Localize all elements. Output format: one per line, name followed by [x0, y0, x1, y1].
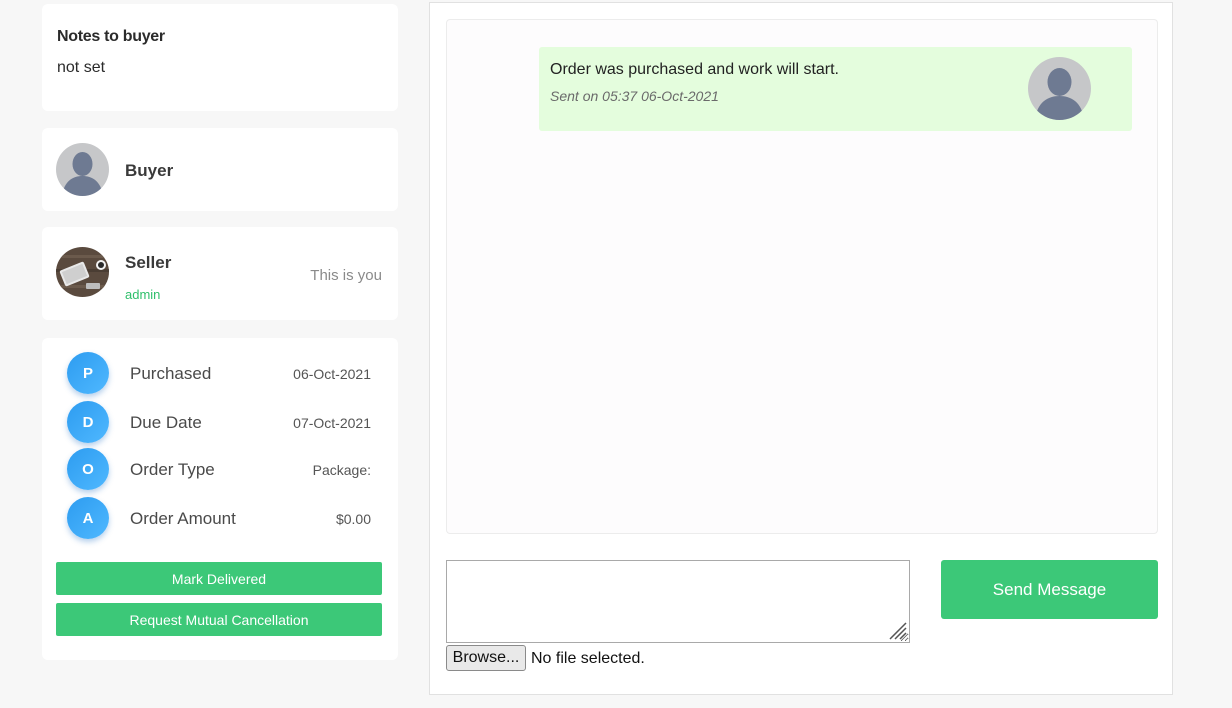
detail-row-due-date: D Due Date 07-Oct-2021	[42, 400, 398, 444]
seller-label: Seller	[125, 253, 172, 272]
seller-self-note: This is you	[310, 267, 382, 284]
messages-list[interactable]: Order was purchased and work will start.…	[446, 19, 1158, 534]
browse-file-button[interactable]: Browse...	[446, 645, 526, 671]
detail-label: Due Date	[130, 413, 202, 432]
mark-delivered-button[interactable]: Mark Delivered	[56, 562, 382, 595]
order-amount-badge: A	[67, 497, 109, 539]
detail-value: 06-Oct-2021	[293, 366, 371, 382]
message-bubble: Order was purchased and work will start.…	[539, 47, 1132, 131]
due-date-badge: D	[67, 401, 109, 443]
message-input[interactable]	[446, 560, 910, 643]
detail-label: Order Type	[130, 460, 215, 479]
detail-row-purchased: P Purchased 06-Oct-2021	[42, 351, 398, 395]
detail-value: $0.00	[335, 511, 371, 527]
seller-username-link[interactable]: admin	[125, 287, 160, 302]
seller-avatar	[56, 247, 109, 297]
detail-row-order-amount: A Order Amount $0.00	[42, 496, 398, 540]
notes-value: not set	[57, 59, 106, 76]
detail-row-order-type: O Order Type Package:	[42, 448, 398, 492]
chat-panel: Order was purchased and work will start.…	[429, 2, 1173, 695]
person-silhouette-icon	[1028, 57, 1091, 120]
person-silhouette-icon	[56, 143, 109, 196]
message-sender-avatar	[1028, 57, 1091, 120]
send-message-button[interactable]: Send Message	[941, 560, 1158, 619]
message-text: Order was purchased and work will start.	[550, 61, 839, 78]
detail-value: 07-Oct-2021	[293, 415, 371, 431]
buyer-card: Buyer	[42, 128, 398, 211]
order-type-badge: O	[67, 448, 109, 490]
detail-label: Order Amount	[130, 509, 236, 528]
desk-photo-avatar	[56, 247, 109, 297]
buyer-avatar	[56, 143, 109, 196]
detail-label: Purchased	[130, 364, 212, 383]
order-details-card: P Purchased 06-Oct-2021 D Due Date 07-Oc…	[42, 338, 398, 660]
notes-card: Notes to buyer not set	[42, 4, 398, 111]
seller-card: Seller admin This is you	[42, 227, 398, 320]
notes-title: Notes to buyer	[57, 28, 165, 45]
buyer-label: Buyer	[125, 161, 174, 180]
purchased-badge: P	[67, 352, 109, 394]
message-timestamp: Sent on 05:37 06-Oct-2021	[550, 88, 719, 104]
detail-value: Package:	[312, 462, 371, 478]
file-status-text: No file selected.	[531, 650, 645, 667]
request-mutual-cancellation-button[interactable]: Request Mutual Cancellation	[56, 603, 382, 636]
